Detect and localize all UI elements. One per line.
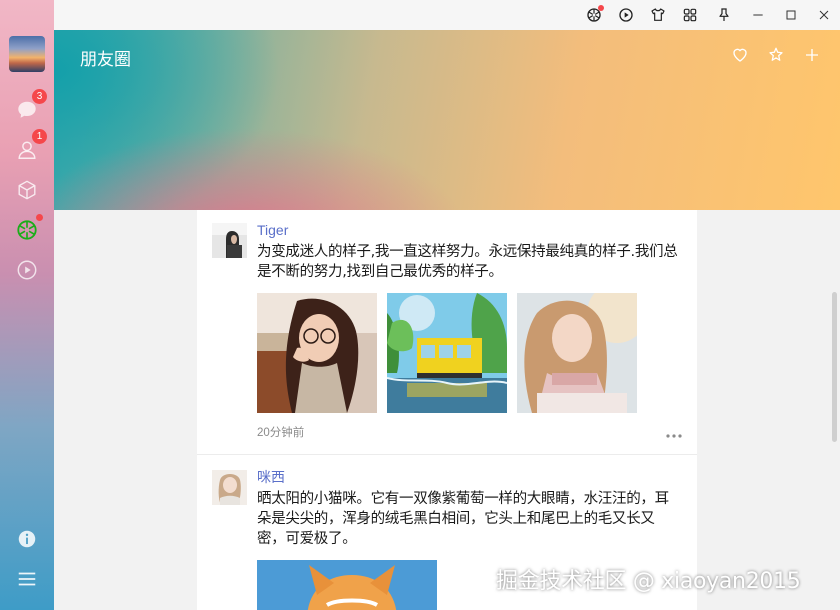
plus-icon <box>806 49 818 61</box>
post-photo[interactable] <box>257 560 437 610</box>
pin-icon <box>719 8 729 21</box>
post-text: 为变成迷人的样子,我一直这样努力。永远保持最纯真的样子.我们总是不断的努力,找到… <box>257 244 678 280</box>
play-circle-icon <box>619 8 633 22</box>
post-avatar[interactable] <box>212 223 247 258</box>
post-time: 20分钟前 <box>257 427 305 439</box>
sidebar-item-info[interactable] <box>15 527 39 551</box>
post-author-name[interactable]: 咪西 <box>257 469 683 486</box>
likes-button[interactable] <box>729 44 751 66</box>
post-avatar[interactable] <box>212 470 247 505</box>
pin-button[interactable] <box>714 5 734 25</box>
sidebar-item-favorites[interactable] <box>15 178 39 202</box>
close-icon <box>819 10 829 20</box>
shirt-icon <box>651 8 665 21</box>
notifications-button[interactable] <box>765 44 787 66</box>
post-photo[interactable] <box>387 293 507 413</box>
maximize-icon <box>786 10 796 20</box>
page-title: 朋友圈 <box>80 50 131 69</box>
mini-programs-button[interactable] <box>680 5 700 25</box>
aperture-icon <box>17 220 37 240</box>
photo-grid <box>257 293 683 413</box>
heart-icon <box>733 48 747 62</box>
cube-icon <box>18 180 36 200</box>
post-photo[interactable] <box>517 293 637 413</box>
minimize-button[interactable] <box>748 5 768 25</box>
sidebar-item-chat[interactable]: 3 <box>15 89 47 122</box>
play-circle-icon <box>17 260 37 280</box>
contacts-badge: 1 <box>32 129 47 144</box>
hamburger-menu-icon <box>18 572 36 586</box>
sparkle-icon <box>769 47 783 61</box>
minimize-icon <box>753 14 763 16</box>
info-icon <box>18 530 36 548</box>
channels-shortcut-button[interactable] <box>616 5 636 25</box>
moments-feed: Tiger 为变成迷人的样子,我一直这样努力。永远保持最纯真的样子.我们总是不断… <box>197 210 697 610</box>
post-photo[interactable] <box>257 293 377 413</box>
moments-dot <box>36 214 43 221</box>
sidebar-item-channels[interactable] <box>15 258 39 282</box>
moments-shortcut-button[interactable] <box>584 5 604 25</box>
maximize-button[interactable] <box>781 5 801 25</box>
user-avatar[interactable] <box>9 36 45 72</box>
post-item: Tiger 为变成迷人的样子,我一直这样努力。永远保持最纯真的样子.我们总是不断… <box>197 210 697 455</box>
close-button[interactable] <box>814 5 834 25</box>
theme-button[interactable] <box>648 5 668 25</box>
more-icon[interactable] <box>665 433 683 439</box>
moments-cover[interactable]: 朋友圈 <box>54 30 840 210</box>
sidebar-item-menu[interactable] <box>15 567 39 591</box>
new-post-button[interactable] <box>801 44 823 66</box>
sidebar: 3 1 <box>0 0 54 610</box>
scrollbar[interactable] <box>832 292 837 442</box>
post-text: 晒太阳的小猫咪。它有一双像紫葡萄一样的大眼睛，水汪汪的，耳朵是尖尖的，浑身的绒毛… <box>257 491 669 547</box>
notification-dot <box>598 5 604 11</box>
post-author-name[interactable]: Tiger <box>257 222 683 239</box>
grid-icon <box>683 8 697 22</box>
sidebar-item-contacts[interactable]: 1 <box>15 129 47 162</box>
chat-badge: 3 <box>32 89 47 104</box>
sidebar-item-moments[interactable] <box>15 214 43 242</box>
title-bar <box>54 0 840 30</box>
watermark: 掘金技术社区 @ xiaoyan2015 <box>496 569 801 594</box>
